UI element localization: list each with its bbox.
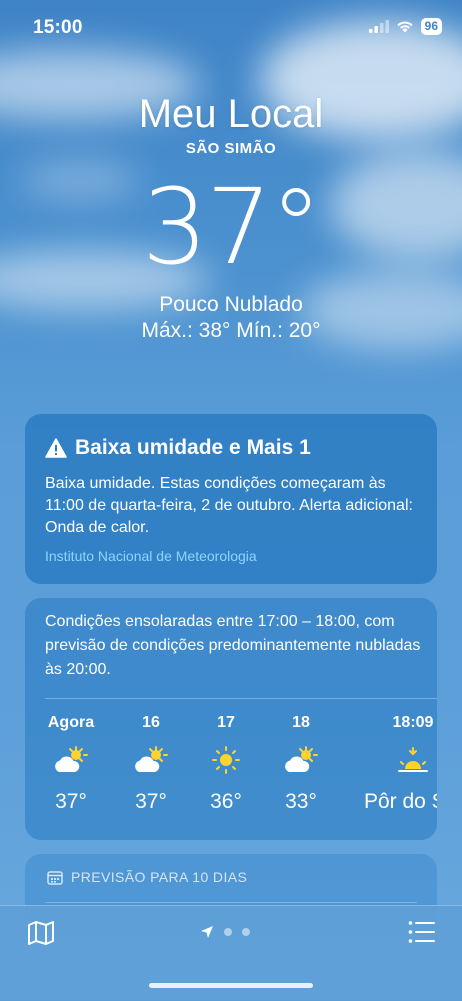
hour-label: Agora bbox=[47, 714, 95, 731]
alert-title: Baixa umidade e Mais 1 bbox=[75, 436, 311, 459]
forecast-label: PREVISÃO PARA 10 DIAS bbox=[71, 869, 248, 885]
high-low-temperature: Máx.: 38° Mín.: 20° bbox=[141, 319, 321, 342]
current-weather: Meu Local SÃO SIMÃO 37° Pouco Nublado Má… bbox=[0, 90, 462, 343]
hour-label: 18 bbox=[292, 714, 310, 731]
battery-icon: 96 bbox=[420, 18, 442, 35]
calendar-icon bbox=[47, 870, 63, 885]
weather-condition: Pouco Nublado bbox=[159, 293, 303, 316]
warning-icon bbox=[45, 438, 67, 458]
alert-body: Baixa umidade. Estas condições começaram… bbox=[45, 475, 413, 536]
page-dot-icon bbox=[224, 928, 232, 936]
hour-item: 18 33° bbox=[277, 714, 325, 814]
hour-temperature: 37° bbox=[135, 790, 167, 813]
hour-item: Agora 37° bbox=[45, 714, 97, 814]
location-arrow-icon bbox=[201, 926, 213, 938]
page-dot-icon bbox=[242, 928, 250, 936]
sun-icon bbox=[212, 746, 240, 774]
map-button[interactable] bbox=[27, 920, 55, 951]
hour-temperature: 36° bbox=[210, 790, 242, 813]
partly-sunny-icon bbox=[285, 746, 318, 772]
locations-list-button[interactable] bbox=[408, 920, 436, 949]
city-name: SÃO SIMÃO bbox=[185, 140, 277, 157]
hour-item: 16 37° bbox=[127, 714, 175, 814]
hour-temperature: Pôr do Sol bbox=[363, 790, 437, 813]
divider bbox=[45, 698, 437, 699]
hour-label: 16 bbox=[142, 714, 160, 731]
hour-label: 18:09 bbox=[392, 714, 434, 731]
alert-title-row: Baixa umidade e Mais 1 bbox=[45, 436, 311, 460]
hour-item: 17 36° bbox=[202, 714, 250, 814]
status-icons: 96 bbox=[368, 18, 442, 35]
partly-sunny-icon bbox=[135, 746, 168, 772]
home-indicator[interactable] bbox=[149, 983, 313, 988]
status-time: 15:00 bbox=[33, 17, 83, 38]
hour-item: 18:09 Pôr do Sol bbox=[358, 714, 437, 814]
forecast-header: PREVISÃO PARA 10 DIAS bbox=[47, 869, 247, 885]
alert-source-link[interactable]: Instituto Nacional de Meteorologia bbox=[45, 548, 257, 564]
hourly-forecast-card: Condições ensolaradas entre 17:00 – 18:0… bbox=[25, 598, 437, 840]
wifi-icon bbox=[396, 21, 413, 33]
location-name: Meu Local bbox=[138, 92, 324, 136]
weather-alert-card[interactable]: Baixa umidade e Mais 1 Baixa umidade. Es… bbox=[25, 414, 437, 584]
list-icon bbox=[408, 921, 435, 943]
hour-temperature: 33° bbox=[285, 790, 317, 813]
sunset-icon bbox=[398, 747, 428, 772]
divider bbox=[45, 902, 417, 903]
hour-temperature: 37° bbox=[55, 790, 87, 813]
current-temperature: 37° bbox=[141, 166, 322, 288]
status-bar: 15:00 96 bbox=[0, 0, 462, 54]
page-indicator[interactable] bbox=[200, 925, 250, 939]
map-icon bbox=[28, 921, 54, 945]
hourly-summary: Condições ensolaradas entre 17:00 – 18:0… bbox=[45, 613, 421, 678]
partly-sunny-icon bbox=[55, 746, 88, 772]
hour-label: 17 bbox=[217, 714, 235, 731]
cellular-signal-icon bbox=[368, 20, 389, 33]
